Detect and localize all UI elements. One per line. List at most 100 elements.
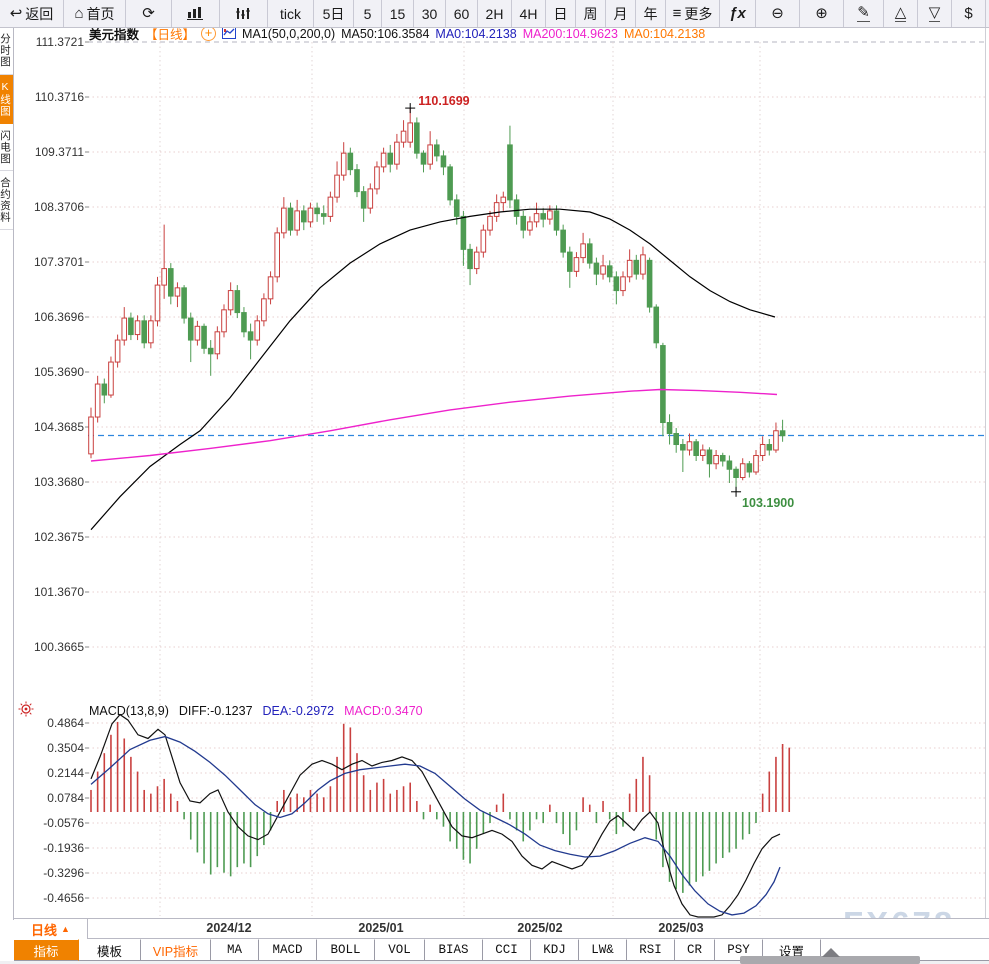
tab-cci[interactable]: CCI [483,939,531,961]
sidebar-item-lightning-chart[interactable]: 闪电图 [0,124,13,171]
toolbar-period-15-label: 15 [389,5,406,22]
toolbar-period-5-button[interactable]: 5 [354,0,382,27]
add-compare-icon[interactable]: + [201,26,217,41]
tab-macd[interactable]: MACD [259,939,317,961]
tab-cr[interactable]: CR [675,939,715,961]
price-axis-label: 110.3716 [34,90,84,104]
macd-legend: MACD(13,8,9) DIFF:-0.1237 DEA:-0.2972 MA… [89,704,423,718]
gridlines [85,41,985,916]
price-axis-label: 103.3680 [33,475,84,489]
toolbar-draw-button[interactable]: ✎ [844,0,884,27]
price-axis-label: 105.3690 [33,365,84,379]
toolbar-period-4h-button[interactable]: 4H [512,0,546,27]
ma50-value: MA50:106.3584 [341,26,430,41]
tab-vol[interactable]: VOL [375,939,425,961]
toolbar-fx-button[interactable]: ƒx [720,0,756,27]
x-axis-month-label: 2025/02 [517,921,563,935]
triangle-up-icon: △ [894,4,907,22]
toolbar-refresh-button[interactable]: ⟳ [126,0,172,27]
period-selector-label: 日线 [31,922,58,938]
price-axis-label: 109.3711 [34,145,84,159]
toolbar-period-day-button[interactable]: 日 [546,0,576,27]
zoom-in-icon: ⊕ [815,5,828,22]
left-sidebar: 分时图 K线图 闪电图 合约资料 [0,27,14,920]
macd-axis-label: -0.3296 [43,866,84,880]
toolbar-back-label: 返回 [25,5,54,22]
scrollbar-grip-icon[interactable] [822,948,840,957]
toolbar-period-2h-button[interactable]: 2H [478,0,512,27]
triangle-down-icon: ▽ [928,4,941,22]
x-axis-month-label: 2025/01 [358,921,404,935]
ma-settings: MA1(50,0,200,0) [242,26,336,41]
toolbar-period-week-button[interactable]: 周 [576,0,606,27]
macd-settings-icon[interactable] [18,701,34,722]
tab-vip-indicators[interactable]: VIP指标 [141,939,211,961]
toolbar-period-30-button[interactable]: 30 [414,0,446,27]
toolbar-triangle-up-button[interactable]: △ [884,0,918,27]
period-selector[interactable]: 日线 ▲ [14,919,88,939]
plot-layer [88,108,984,918]
dollar-icon: $ [964,5,973,22]
tab-boll[interactable]: BOLL [317,939,375,961]
tab-lw[interactable]: LW& [579,939,627,961]
price-axis-label: 100.3665 [33,640,84,654]
high-price-annotation: 110.1699 [418,94,470,109]
price-macd-chart[interactable] [0,0,989,964]
toolbar-period-5d-button[interactable]: 5日 [314,0,354,27]
price-axis-label: 102.3675 [33,530,84,544]
zoom-out-icon: ⊖ [771,5,784,22]
toolbar-back-button[interactable]: ↩ 返回 [0,0,64,27]
horizontal-scrollbar[interactable] [740,956,920,964]
toolbar-dollar-button[interactable]: $ [952,0,986,27]
tab-indicators[interactable]: 指标 [14,939,79,961]
macd-title: MACD(13,8,9) [89,704,169,718]
toolbar-tick-button[interactable]: tick [268,0,314,27]
toolbar-zoom-in-button[interactable]: ⊕ [800,0,844,27]
macd-axis-label: 0.2144 [47,766,84,780]
low-price-annotation: 103.1900 [742,495,795,510]
tab-bias[interactable]: BIAS [425,939,483,961]
sidebar-item-kline-chart[interactable]: K线图 [0,74,13,124]
diff-value: DIFF:-0.1237 [178,704,253,718]
more-icon: ≡ [672,5,682,22]
ma200-line [90,388,778,462]
toolbar-period-month-button[interactable]: 月 [606,0,636,27]
price-axis-label: 104.3685 [33,420,84,434]
sidebar-item-tick-chart[interactable]: 分时图 [0,27,13,75]
toolbar-home-button[interactable]: ⌂ 首页 [64,0,126,27]
refresh-icon: ⟳ [142,5,155,22]
tab-templates[interactable]: 模板 [79,939,141,961]
toolbar-period-2h-label: 2H [485,5,504,22]
tab-ma[interactable]: MA [211,939,259,961]
tab-rsi[interactable]: RSI [627,939,675,961]
toolbar-more-button[interactable]: ≡ 更多 [666,0,720,27]
price-axis-label: 111.3721 [35,35,84,49]
toolbar-period-60-button[interactable]: 60 [446,0,478,27]
dea-value: DEA:-0.2972 [262,704,335,718]
toolbar-period-60-label: 60 [453,5,470,22]
toolbar-triangle-down-button[interactable]: ▽ [918,0,952,27]
volume-bars-icon [235,6,253,21]
toolbar-more-label: 更多 [684,5,713,22]
toolbar-period-year-button[interactable]: 年 [636,0,666,27]
toolbar-period-5d-label: 5日 [322,5,345,22]
macd-axis-label: -0.0576 [43,816,84,830]
toolbar-period-month-label: 月 [613,5,628,22]
price-axis-label: 106.3696 [33,310,84,324]
toolbar-zoom-out-button[interactable]: ⊖ [756,0,800,27]
toolbar-kline-chart-button[interactable] [172,0,220,27]
macd-axis-label: -0.4656 [43,891,84,905]
x-axis-strip: 日线 ▲ 2024/12 2025/01 2025/02 2025/03 [14,918,989,939]
toolbar-home-label: 首页 [86,5,115,22]
toolbar-period-5-label: 5 [363,5,372,22]
toolbar-period-15-button[interactable]: 15 [382,0,414,27]
pencil-icon: ✎ [857,4,870,22]
price-axis-label: 101.3670 [33,585,84,599]
toolbar-period-4h-label: 4H [519,5,538,22]
chart-area: 111.3721 110.3716 109.3711 108.3706 107.3701… [0,0,989,964]
toolbar-volume-button[interactable] [220,0,268,27]
macd-axis-label: 0.0784 [47,791,84,805]
tab-kdj[interactable]: KDJ [531,939,579,961]
sidebar-item-contract-info[interactable]: 合约资料 [0,171,13,230]
x-axis-month-label: 2024/12 [206,921,252,935]
